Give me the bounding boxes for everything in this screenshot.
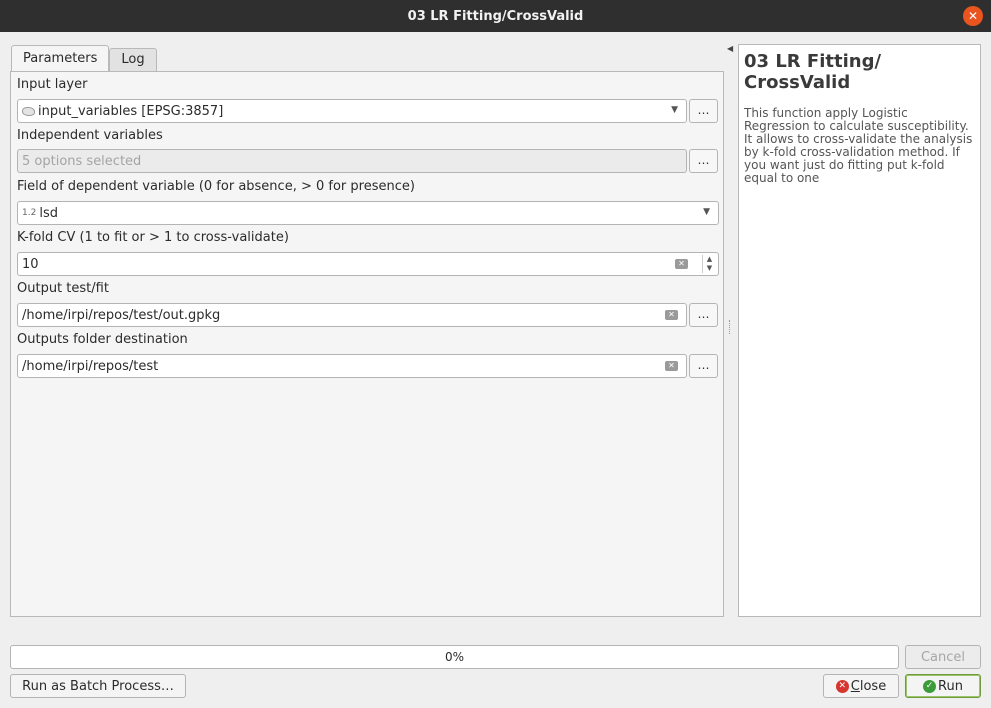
progress-bar: 0% xyxy=(10,645,899,669)
output-folder-label: Outputs folder destination xyxy=(17,332,188,347)
close-circle-icon: ✕ xyxy=(835,679,849,693)
independent-variables-browse-button[interactable]: … xyxy=(689,149,718,173)
tab-log[interactable]: Log xyxy=(109,48,157,72)
output-test-input[interactable]: /home/irpi/repos/test/out.gpkg ✕ xyxy=(17,303,687,327)
run-check-icon: ✓ xyxy=(923,679,937,693)
tab-bar: Parameters Log xyxy=(11,45,157,72)
dependent-field-combo[interactable]: 1.2 lsd ▼ xyxy=(17,201,719,225)
run-label: Run xyxy=(938,678,963,694)
kfold-spinbox[interactable]: 10 ✕ ▲ ▼ xyxy=(17,252,719,276)
cancel-button[interactable]: Cancel xyxy=(905,645,981,669)
help-panel: 03 LR Fitting/ CrossValid This function … xyxy=(738,44,981,617)
chevron-down-icon: ▼ xyxy=(703,207,710,217)
independent-variables-value: 5 options selected xyxy=(22,153,142,169)
help-title: 03 LR Fitting/ CrossValid xyxy=(744,51,882,93)
close-button[interactable]: ✕ Close xyxy=(823,674,899,698)
output-test-value: /home/irpi/repos/test/out.gpkg xyxy=(22,307,221,323)
parameters-panel: Input layer input_variables [EPSG:3857] … xyxy=(10,71,724,617)
input-layer-combo[interactable]: input_variables [EPSG:3857] ▼ xyxy=(17,99,687,123)
output-folder-input[interactable]: /home/irpi/repos/test ✕ xyxy=(17,354,687,378)
output-test-label: Output test/fit xyxy=(17,281,109,296)
kfold-label: K-fold CV (1 to fit or > 1 to cross-vali… xyxy=(17,230,289,245)
chevron-down-icon: ▼ xyxy=(671,105,678,115)
window-close-icon[interactable]: ✕ xyxy=(963,6,983,26)
output-test-browse-button[interactable]: … xyxy=(689,303,718,327)
run-button[interactable]: ✓ Run xyxy=(905,674,981,698)
help-description: This function apply Logistic Regression … xyxy=(744,106,973,185)
clear-icon[interactable]: ✕ xyxy=(665,310,678,320)
progress-text: 0% xyxy=(444,650,465,664)
run-batch-button[interactable]: Run as Batch Process… xyxy=(10,674,186,698)
input-layer-browse-button[interactable]: … xyxy=(689,99,718,123)
collapse-arrow-icon[interactable]: ◀ xyxy=(727,44,733,53)
spin-arrows-icon[interactable]: ▲ ▼ xyxy=(702,255,716,273)
close-mnemonic: C xyxy=(850,678,860,694)
close-label: lose xyxy=(859,678,887,694)
tab-parameters[interactable]: Parameters xyxy=(11,45,110,72)
independent-variables-field[interactable]: 5 options selected xyxy=(17,149,687,173)
dependent-field-label: Field of dependent variable (0 for absen… xyxy=(17,179,415,194)
independent-variables-label: Independent variables xyxy=(17,128,163,143)
clear-icon[interactable]: ✕ xyxy=(675,259,688,269)
title-bar: 03 LR Fitting/CrossValid ✕ xyxy=(0,0,991,32)
clear-icon[interactable]: ✕ xyxy=(665,361,678,371)
splitter-handle[interactable] xyxy=(729,320,732,334)
polygon-layer-icon xyxy=(22,106,35,116)
output-folder-value: /home/irpi/repos/test xyxy=(22,358,159,374)
input-layer-label: Input layer xyxy=(17,77,88,92)
dependent-field-value: lsd xyxy=(39,205,58,221)
input-layer-value: input_variables [EPSG:3857] xyxy=(38,103,224,119)
output-folder-browse-button[interactable]: … xyxy=(689,354,718,378)
kfold-value: 10 xyxy=(22,256,39,272)
window-title: 03 LR Fitting/CrossValid xyxy=(407,8,584,24)
numeric-field-icon: 1.2 xyxy=(22,208,37,218)
